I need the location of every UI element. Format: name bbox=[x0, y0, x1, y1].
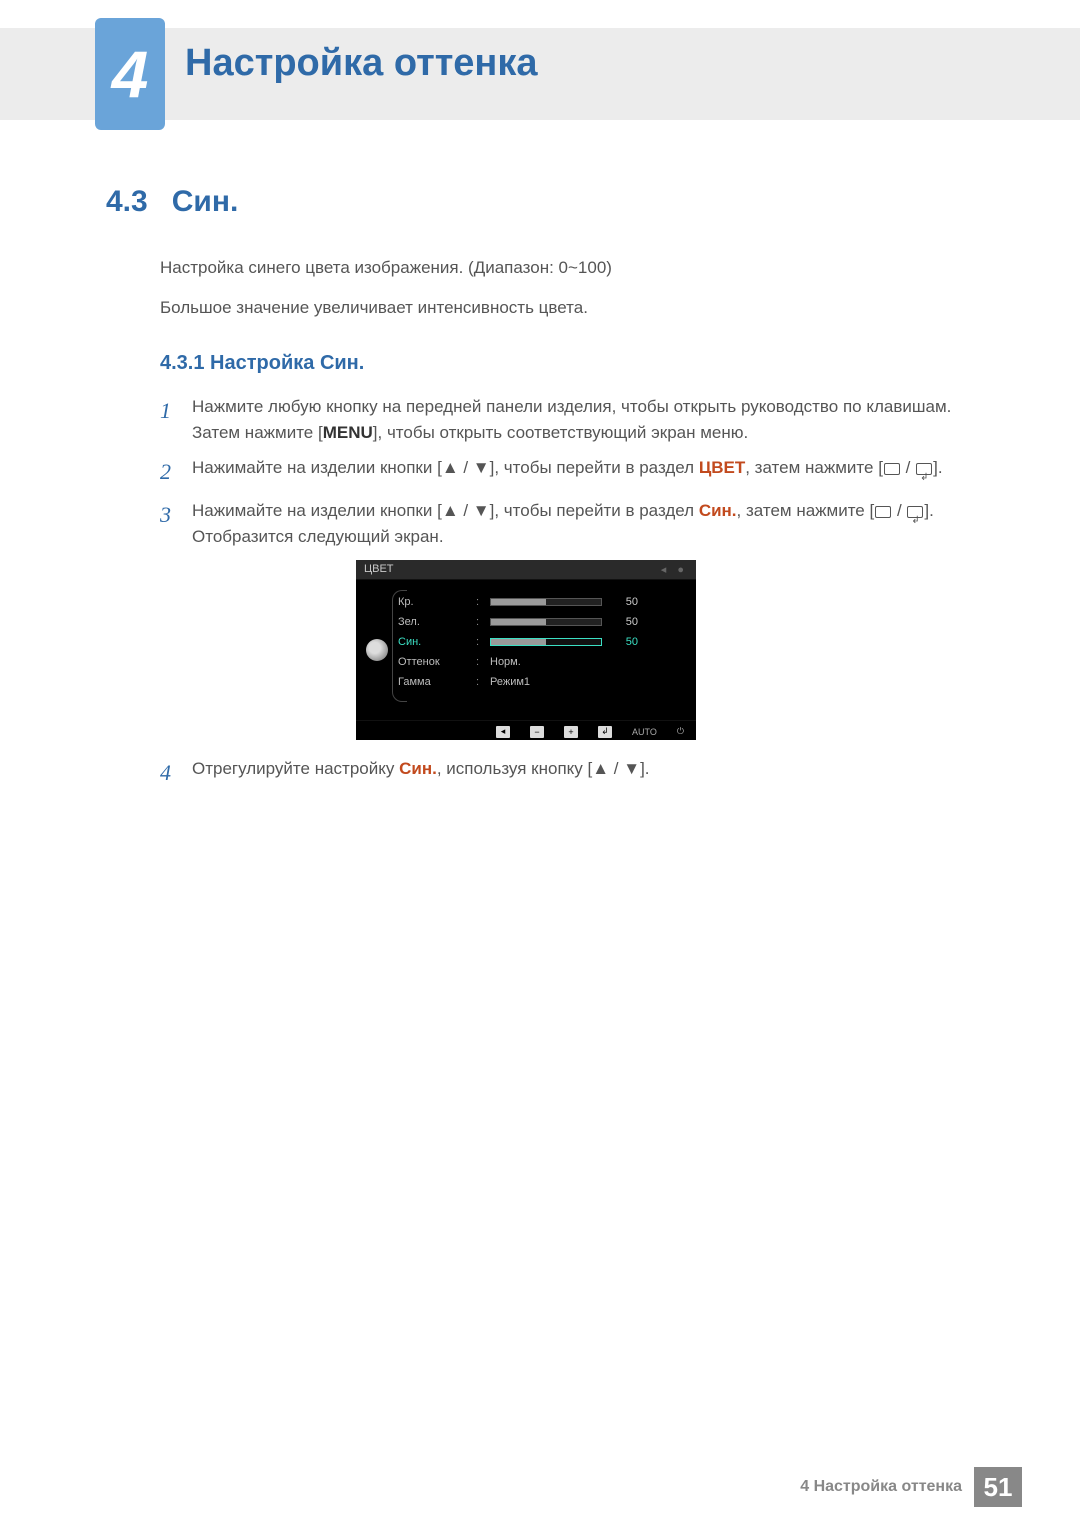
section-heading: 4.3 Син. bbox=[106, 185, 238, 219]
step-number: 3 bbox=[160, 498, 176, 549]
osd-row: :Норм. bbox=[476, 652, 686, 672]
plus-icon: + bbox=[564, 726, 578, 738]
section-number: 4.3 bbox=[106, 185, 148, 219]
step-body: Отрегулируйте настройку Син., используя … bbox=[192, 756, 980, 789]
osd-text-value: Режим1 bbox=[490, 676, 530, 688]
text: ]. bbox=[640, 759, 649, 778]
osd-label-gamma: Гамма bbox=[398, 672, 476, 692]
osd-menu: ЦВЕТ ◂ ● Кр. Зел. Син. Оттенок Гамма :50… bbox=[356, 560, 696, 740]
text: , затем нажмите [ bbox=[737, 501, 875, 520]
text: Нажимайте на изделии кнопки [ bbox=[192, 501, 442, 520]
updown-icon: ▲ / ▼ bbox=[442, 501, 490, 520]
subsection-heading: 4.3.1 Настройка Син. bbox=[160, 352, 364, 375]
enter-icon: ↲ bbox=[598, 726, 612, 738]
step-body: Нажмите любую кнопку на передней панели … bbox=[192, 394, 980, 445]
osd-label-green: Зел. bbox=[398, 612, 476, 632]
step-number: 1 bbox=[160, 394, 176, 445]
osd-value: 50 bbox=[610, 616, 638, 628]
slider-bar bbox=[490, 618, 602, 626]
page-number: 51 bbox=[974, 1467, 1022, 1507]
osd-label-tone: Оттенок bbox=[398, 652, 476, 672]
intro-paragraph-2: Большое значение увеличивает интенсивнос… bbox=[160, 298, 588, 318]
updown-icon: ▲ / ▼ bbox=[442, 458, 490, 477]
osd-row: :Режим1 bbox=[476, 672, 686, 692]
osd-title-icons: ◂ ● bbox=[661, 563, 688, 576]
osd-row: :50 bbox=[476, 612, 686, 632]
osd-value: 50 bbox=[610, 596, 638, 608]
osd-footer: ◂ − + ↲ AUTO ⏻ bbox=[356, 720, 696, 742]
osd-labels: Кр. Зел. Син. Оттенок Гамма bbox=[398, 580, 476, 720]
step-1: 1 Нажмите любую кнопку на передней панел… bbox=[160, 394, 980, 445]
enter-icon bbox=[907, 506, 923, 518]
text: Нажимайте на изделии кнопки [ bbox=[192, 458, 442, 477]
osd-value: 50 bbox=[610, 636, 638, 648]
section-title: Син. bbox=[172, 185, 239, 219]
updown-icon: ▲ / ▼ bbox=[592, 759, 640, 778]
text: , затем нажмите [ bbox=[745, 458, 883, 477]
slider-bar bbox=[490, 638, 602, 646]
chapter-title: Настройка оттенка bbox=[185, 42, 538, 85]
back-icon: ◂ bbox=[496, 726, 510, 738]
keyword-color: ЦВЕТ bbox=[699, 458, 745, 477]
osd-label-red: Кр. bbox=[398, 592, 476, 612]
source-icon bbox=[875, 506, 891, 518]
chapter-number-badge: 4 bbox=[95, 18, 165, 130]
power-icon: ⏻ bbox=[677, 726, 684, 737]
source-icon bbox=[884, 463, 900, 475]
step-number: 2 bbox=[160, 455, 176, 488]
intro-paragraph-1: Настройка синего цвета изображения. (Диа… bbox=[160, 258, 612, 278]
text: Отрегулируйте настройку bbox=[192, 759, 399, 778]
step-number: 4 bbox=[160, 756, 176, 789]
osd-title: ЦВЕТ bbox=[364, 563, 394, 576]
osd-text-value: Норм. bbox=[490, 656, 521, 668]
text: ], чтобы перейти в раздел bbox=[490, 501, 699, 520]
enter-icon bbox=[916, 463, 932, 475]
page-footer: 4 Настройка оттенка 51 bbox=[800, 1467, 1022, 1507]
minus-icon: − bbox=[530, 726, 544, 738]
step-3: 3 Нажимайте на изделии кнопки [▲ / ▼], ч… bbox=[160, 498, 980, 549]
step-2: 2 Нажимайте на изделии кнопки [▲ / ▼], ч… bbox=[160, 455, 980, 488]
text: ], чтобы перейти в раздел bbox=[490, 458, 699, 477]
menu-keyword: MENU bbox=[323, 423, 373, 442]
steps-list: 1 Нажмите любую кнопку на передней панел… bbox=[160, 394, 980, 559]
osd-values: :50 :50 :50 :Норм. :Режим1 bbox=[476, 580, 696, 720]
step-4: 4 Отрегулируйте настройку Син., использу… bbox=[160, 756, 980, 799]
slider-bar bbox=[490, 598, 602, 606]
palette-icon bbox=[366, 639, 388, 661]
osd-body: Кр. Зел. Син. Оттенок Гамма :50 :50 :50 … bbox=[356, 580, 696, 720]
text: ]. bbox=[933, 458, 942, 477]
text: ], чтобы открыть соответствующий экран м… bbox=[373, 423, 748, 442]
text: , используя кнопку [ bbox=[437, 759, 592, 778]
keyword-blue: Син. bbox=[399, 759, 437, 778]
osd-row: :50 bbox=[476, 592, 686, 612]
footer-chapter-label: 4 Настройка оттенка bbox=[800, 1478, 962, 1496]
step-body: Нажимайте на изделии кнопки [▲ / ▼], что… bbox=[192, 498, 980, 549]
osd-titlebar: ЦВЕТ ◂ ● bbox=[356, 560, 696, 580]
auto-label: AUTO bbox=[632, 727, 657, 737]
osd-label-blue: Син. bbox=[398, 632, 476, 652]
step-body: Нажимайте на изделии кнопки [▲ / ▼], что… bbox=[192, 455, 980, 488]
keyword-blue: Син. bbox=[699, 501, 737, 520]
osd-row-selected: :50 bbox=[476, 632, 686, 652]
